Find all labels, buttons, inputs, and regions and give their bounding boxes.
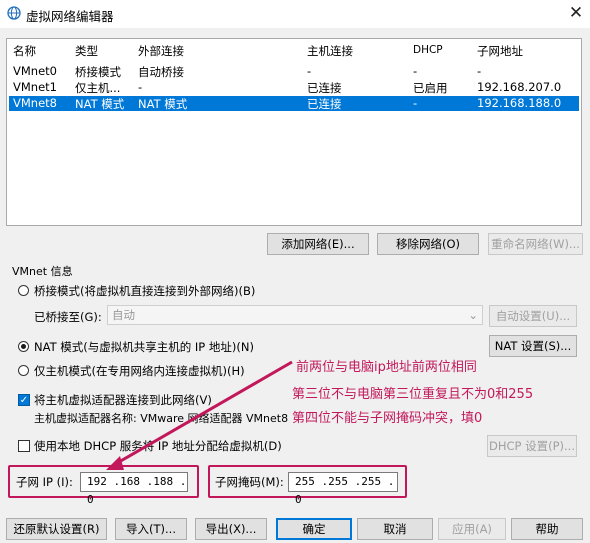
- help-button[interactable]: 帮助: [511, 518, 583, 540]
- import-button[interactable]: 导入(T)...: [115, 518, 187, 540]
- export-button[interactable]: 导出(X)...: [195, 518, 267, 540]
- annotation-line-3: 第四位不能与子网掩码冲突，填0: [292, 411, 483, 426]
- restore-defaults-button[interactable]: 还原默认设置(R): [6, 518, 107, 540]
- cancel-button[interactable]: 取消: [357, 518, 433, 540]
- ok-button[interactable]: 确定: [276, 518, 352, 540]
- apply-button[interactable]: 应用(A): [438, 518, 506, 540]
- annotation-arrow: [106, 360, 293, 470]
- annotation-line-2: 第三位不与电脑第三位重复且不为0和255: [292, 387, 534, 402]
- annotation-line-1: 前两位与电脑ip地址前两位相同: [296, 360, 477, 375]
